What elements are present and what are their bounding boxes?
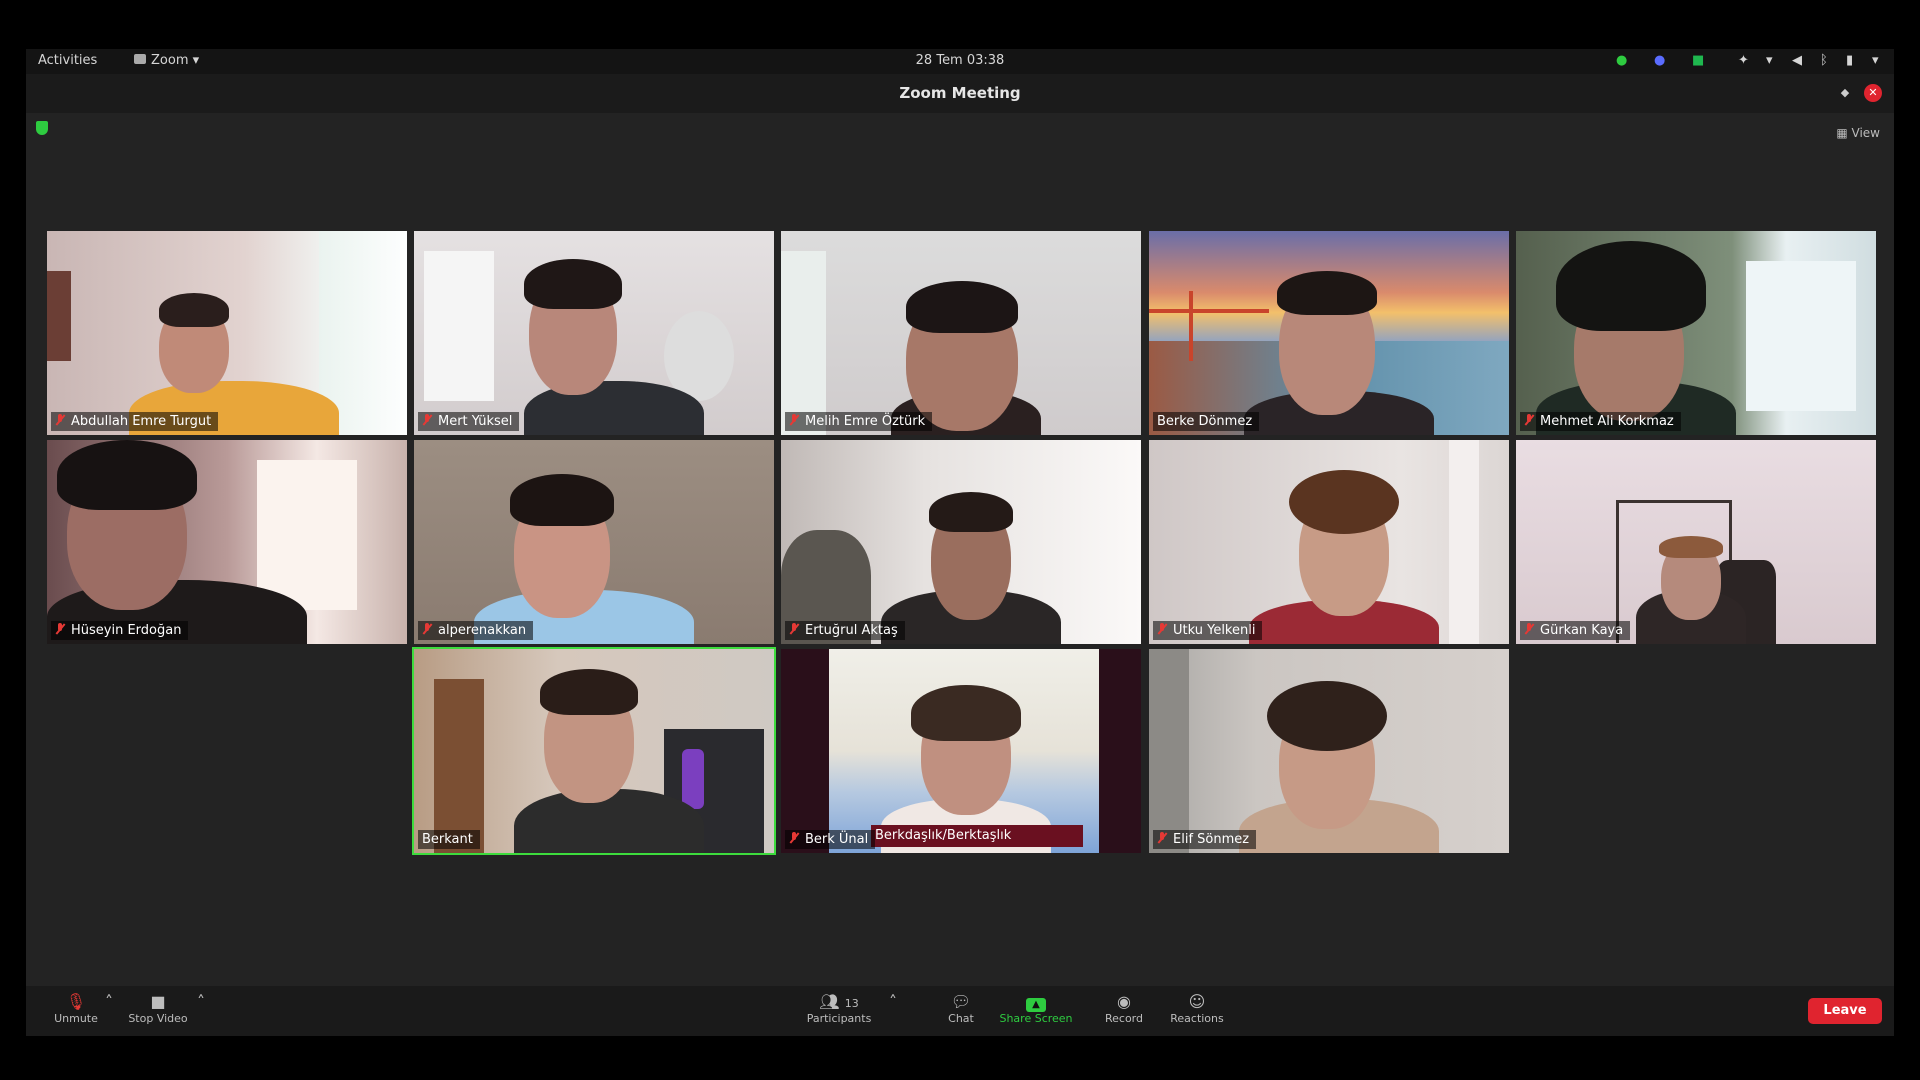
window-title: Zoom Meeting — [899, 84, 1021, 102]
video-options-caret-icon[interactable]: ˄ — [194, 992, 208, 1012]
participant-tile[interactable]: Melih Emre Öztürk — [781, 231, 1141, 435]
chat-label: Chat — [948, 1012, 974, 1025]
record-label: Record — [1104, 1012, 1143, 1025]
stop-video-label: Stop Video — [128, 1012, 188, 1025]
view-label: View — [1851, 126, 1880, 140]
muted-mic-icon — [789, 832, 799, 844]
participant-name-label: Mehmet Ali Korkmaz — [1520, 412, 1681, 431]
share-screen-button[interactable]: ▲ Share Screen — [986, 992, 1086, 1025]
app-menu[interactable]: Zoom ▾ — [134, 53, 199, 68]
camera-icon: ■ — [150, 992, 166, 1011]
activities-button[interactable]: Activities — [38, 53, 97, 68]
reactions-label: Reactions — [1170, 1012, 1224, 1025]
close-icon[interactable]: ✕ — [1864, 84, 1882, 102]
muted-mic-icon — [422, 414, 432, 426]
share-screen-icon: ▲ — [1026, 998, 1046, 1012]
muted-mic-icon — [1524, 414, 1534, 426]
participant-tile[interactable]: Ertuğrul Aktaş — [781, 440, 1141, 644]
participant-name-label: Utku Yelkenli — [1153, 621, 1263, 640]
participant-name-label: Berk Ünal — [785, 830, 876, 849]
bluetooth-icon[interactable]: ᛒ — [1820, 53, 1828, 68]
audio-options-caret-icon[interactable]: ˄ — [102, 992, 116, 1012]
muted-mic-icon — [55, 623, 65, 635]
participant-tile[interactable]: alperenakkan — [414, 440, 774, 644]
participant-name-label: Gürkan Kaya — [1520, 621, 1631, 640]
participants-label: Participants — [806, 1012, 872, 1025]
unmute-label: Unmute — [54, 1012, 98, 1025]
participant-name-label: Hüseyin Erdoğan — [51, 621, 189, 640]
participant-tile[interactable]: Hüseyin Erdoğan — [47, 440, 407, 644]
participant-name-label: Ertuğrul Aktaş — [785, 621, 905, 640]
system-menu-chevron-icon[interactable]: ▾ — [1872, 53, 1879, 68]
muted-mic-icon — [422, 623, 432, 635]
participant-tile[interactable]: Utku Yelkenli — [1149, 440, 1509, 644]
participant-tile-active-speaker[interactable]: Berkant — [412, 647, 776, 855]
window-title-bar: Zoom Meeting ◆ ✕ — [26, 74, 1894, 113]
participant-tile[interactable]: Mehmet Ali Korkmaz — [1516, 231, 1876, 435]
unmute-button[interactable]: 🎙︎ Unmute — [46, 992, 106, 1025]
system-top-bar: Activities Zoom ▾ 28 Tem 03:38 ● ● ■ ✦ ▾… — [26, 49, 1894, 74]
pin-icon[interactable]: ◆ — [1836, 84, 1854, 102]
participant-tile[interactable]: Abdullah Emre Turgut — [47, 231, 407, 435]
participants-caret-icon[interactable]: ˄ — [886, 992, 900, 1012]
participants-count: 13 — [844, 997, 859, 1010]
view-button[interactable]: ▦ View — [1836, 126, 1880, 140]
share-screen-label: Share Screen — [999, 1012, 1073, 1025]
participant-name-label: Mert Yüksel — [418, 412, 520, 431]
encryption-shield-icon[interactable] — [36, 121, 48, 135]
muted-mic-icon — [789, 623, 799, 635]
grid-icon: ▦ — [1836, 126, 1848, 140]
record-icon: ◉ — [1117, 992, 1131, 1011]
participants-icon: 👥︎ — [819, 992, 840, 1011]
muted-mic-icon — [1157, 623, 1167, 635]
participant-tile[interactable]: Elif Sönmez — [1149, 649, 1509, 853]
participant-tile[interactable]: Mert Yüksel — [414, 231, 774, 435]
muted-mic-icon — [55, 414, 65, 426]
participant-name-label: Abdullah Emre Turgut — [51, 412, 219, 431]
participant-name-label: Berke Dönmez — [1153, 412, 1260, 431]
virtual-background-text: Berkdaşlık/Berktaşlık — [871, 825, 1083, 847]
battery-icon[interactable]: ▮ — [1846, 53, 1853, 68]
muted-mic-icon — [1524, 623, 1534, 635]
meeting-toolbar: 🎙︎ Unmute ˄ ■ Stop Video ˄ 👥︎ 13 Partici… — [26, 986, 1894, 1036]
zoom-app-icon — [134, 54, 146, 64]
record-button[interactable]: ◉ Record — [1096, 992, 1152, 1025]
chat-button[interactable]: 💬︎ Chat — [936, 992, 986, 1025]
whatsapp-tray-icon[interactable]: ● — [1616, 53, 1627, 68]
participants-button[interactable]: 👥︎ 13 Participants — [794, 992, 884, 1025]
muted-mic-icon: 🎙︎ — [65, 992, 87, 1011]
app-menu-label: Zoom — [151, 53, 189, 68]
participant-name-label: alperenakkan — [418, 621, 534, 640]
reactions-button[interactable]: ☺ Reactions — [1160, 992, 1234, 1025]
muted-mic-icon — [1157, 832, 1167, 844]
participant-name-label: Melih Emre Öztürk — [785, 412, 933, 431]
chat-tray-icon[interactable]: ■ — [1692, 53, 1704, 68]
emoji-icon: ☺ — [1188, 992, 1206, 1011]
participant-tile[interactable]: Gürkan Kaya — [1516, 440, 1876, 644]
participant-name-label: Berkant — [418, 830, 480, 849]
chat-bubble-icon: 💬︎ — [950, 992, 972, 1011]
accessibility-icon[interactable]: ✦ — [1738, 53, 1749, 68]
leave-button[interactable]: Leave — [1808, 998, 1882, 1024]
volume-icon[interactable]: ◀ — [1792, 53, 1802, 68]
participant-tile[interactable]: Berke Dönmez — [1149, 231, 1509, 435]
stop-video-button[interactable]: ■ Stop Video — [120, 992, 196, 1025]
muted-mic-icon — [789, 414, 799, 426]
participant-name-label: Elif Sönmez — [1153, 830, 1257, 849]
chevron-down-icon: ▾ — [192, 53, 200, 68]
participant-tile[interactable]: Berkdaşlık/Berktaşlık Berk Ünal — [781, 649, 1141, 853]
network-icon[interactable]: ▾ — [1766, 53, 1773, 68]
discord-tray-icon[interactable]: ● — [1654, 53, 1665, 68]
screen: Activities Zoom ▾ 28 Tem 03:38 ● ● ■ ✦ ▾… — [26, 49, 1894, 1036]
clock: 28 Tem 03:38 — [915, 53, 1005, 68]
